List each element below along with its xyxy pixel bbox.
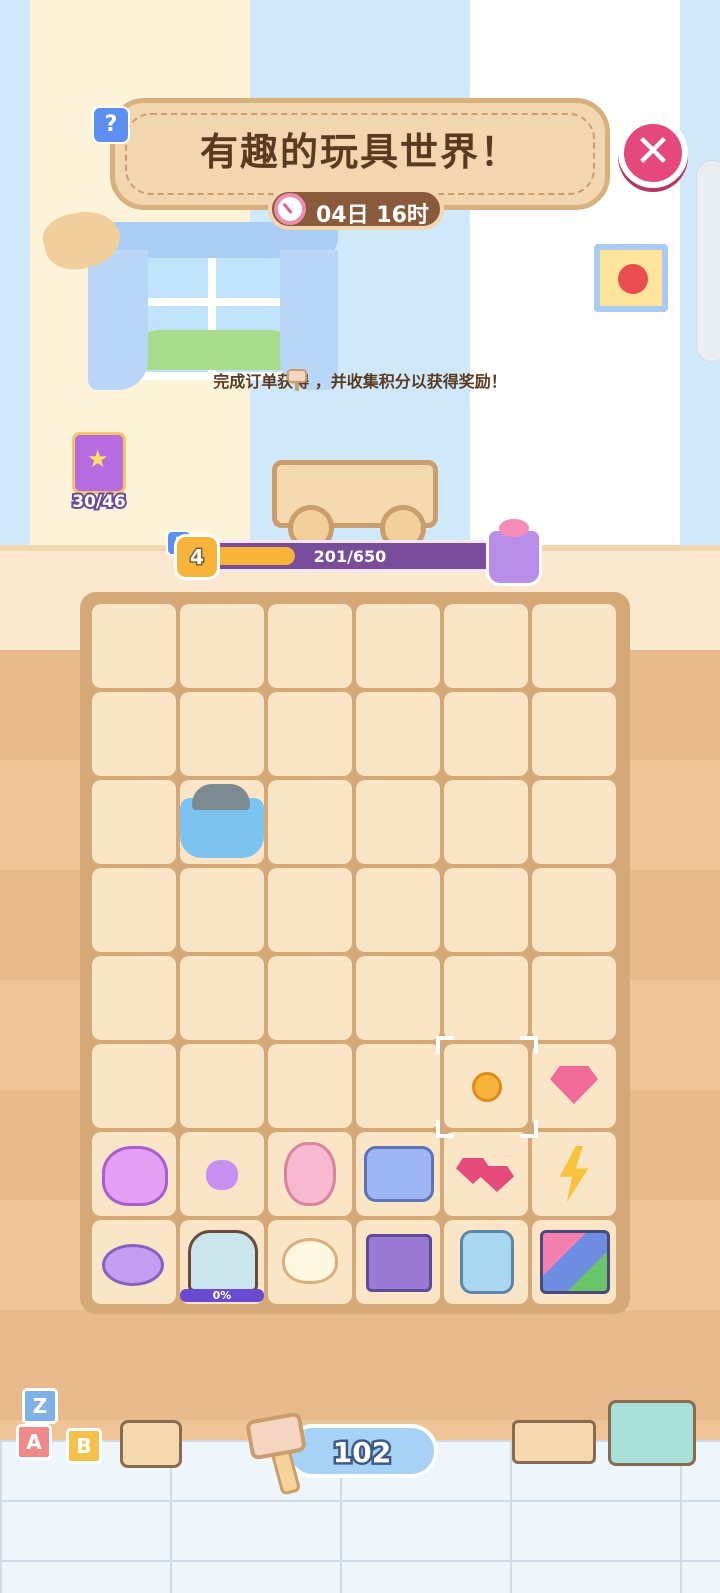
reward-gift-icon[interactable] (486, 519, 542, 586)
apple-picture-frame (594, 244, 668, 312)
board-cell[interactable] (532, 692, 616, 776)
close-button[interactable]: ✕ (618, 118, 688, 188)
board-cell[interactable] (532, 1220, 616, 1304)
merge-board: 0% (80, 592, 630, 1314)
mallet-token-icon (287, 369, 307, 391)
lego-bricks-icon[interactable] (540, 1230, 610, 1294)
board-cell[interactable] (356, 956, 440, 1040)
toy-block-z: Z (22, 1388, 58, 1424)
board-cell[interactable] (532, 1132, 616, 1216)
chest-progress: 0% (180, 1289, 264, 1302)
toy-cart-decoration (512, 1420, 596, 1464)
points-progress-bar: 201/650 (200, 540, 500, 572)
clock-icon (274, 193, 306, 225)
bear-cart-decoration (608, 1400, 696, 1466)
board-cell[interactable] (356, 868, 440, 952)
board-cell[interactable] (268, 780, 352, 864)
toy-train-decoration (120, 1420, 182, 1468)
sticker-album-button[interactable]: ★ (72, 432, 126, 494)
purple-purse-icon[interactable] (102, 1146, 168, 1206)
board-cell[interactable] (532, 868, 616, 952)
board-cell[interactable] (444, 956, 528, 1040)
board-cell[interactable] (180, 692, 264, 776)
toy-chest-icon[interactable] (188, 1230, 258, 1292)
toy-robot-icon[interactable] (460, 1230, 514, 1294)
board-cell[interactable] (444, 780, 528, 864)
selection-corner (520, 1120, 538, 1138)
selection-corner (436, 1036, 454, 1054)
board-cell[interactable] (268, 1132, 352, 1216)
lightning-bolt-icon[interactable] (559, 1146, 589, 1202)
apple-icon (618, 264, 648, 294)
board-cell[interactable] (532, 780, 616, 864)
board-cell[interactable] (356, 604, 440, 688)
board-cell[interactable] (356, 1220, 440, 1304)
board-cell[interactable] (92, 604, 176, 688)
points-value: 102 (330, 1434, 393, 1472)
side-drawer-handle[interactable] (696, 160, 720, 362)
board-cell[interactable] (92, 780, 176, 864)
board-cell[interactable] (444, 868, 528, 952)
board-cell[interactable] (444, 1132, 528, 1216)
pink-gem-icon[interactable] (550, 1066, 598, 1104)
red-gems-icon[interactable] (456, 1158, 516, 1194)
selection-frame (436, 1036, 538, 1138)
board-cell[interactable] (268, 868, 352, 952)
bush-decoration (130, 330, 300, 370)
timer-text: 04日 16时 (316, 203, 429, 228)
toy-block-a: A (16, 1424, 52, 1460)
board-cell[interactable] (268, 1044, 352, 1128)
board-cell[interactable] (532, 1044, 616, 1128)
board-cell[interactable] (532, 604, 616, 688)
board-cell[interactable] (356, 780, 440, 864)
star-icon: ★ (87, 445, 109, 473)
board-cell[interactable] (356, 1132, 440, 1216)
pink-teddy-bear-icon[interactable] (284, 1142, 336, 1206)
selection-corner (436, 1120, 454, 1138)
board-cell[interactable] (268, 692, 352, 776)
event-title: 有趣的玩具世界！ (199, 130, 520, 174)
board-cell[interactable] (92, 1220, 176, 1304)
board-cell[interactable] (92, 692, 176, 776)
board-cell[interactable] (444, 1220, 528, 1304)
bathtub-toy-icon[interactable] (180, 784, 264, 858)
toy-train-icon[interactable] (364, 1146, 434, 1202)
points-counter[interactable]: 102 (286, 1424, 438, 1478)
progress-text: 201/650 (313, 547, 387, 566)
purple-coin-stack-icon[interactable] (102, 1244, 164, 1286)
board-cell[interactable] (92, 1044, 176, 1128)
purple-pebble-icon[interactable] (206, 1160, 238, 1190)
toy-block-b: B (66, 1428, 102, 1464)
board-cell[interactable] (444, 692, 528, 776)
board-cell[interactable] (268, 1220, 352, 1304)
rubber-duck-icon[interactable] (282, 1238, 338, 1284)
board-cell[interactable] (268, 956, 352, 1040)
album-count: 30/46 (70, 490, 128, 514)
board-cell[interactable] (444, 604, 528, 688)
wall-stripe (0, 0, 30, 555)
board-cell[interactable] (180, 604, 264, 688)
purple-bricks-icon[interactable] (366, 1234, 432, 1292)
board-cell[interactable] (180, 956, 264, 1040)
board-cell[interactable] (92, 956, 176, 1040)
board-cell[interactable] (356, 692, 440, 776)
board-cell[interactable] (180, 780, 264, 864)
board-cell[interactable] (180, 1044, 264, 1128)
board-cell[interactable] (180, 1132, 264, 1216)
event-timer: 04日 16时 (268, 188, 444, 230)
board-cell[interactable] (268, 604, 352, 688)
board-cell[interactable] (356, 1044, 440, 1128)
selection-corner (520, 1036, 538, 1054)
level-badge: 4 (174, 534, 220, 580)
board-cell[interactable] (532, 956, 616, 1040)
board-cell[interactable] (92, 1132, 176, 1216)
board-cell[interactable]: 0% (180, 1220, 264, 1304)
event-instruction: 完成订单获得 ，并收集积分以获得奖励！ (213, 372, 507, 391)
board-cell[interactable] (92, 868, 176, 952)
board-cell[interactable] (180, 868, 264, 952)
